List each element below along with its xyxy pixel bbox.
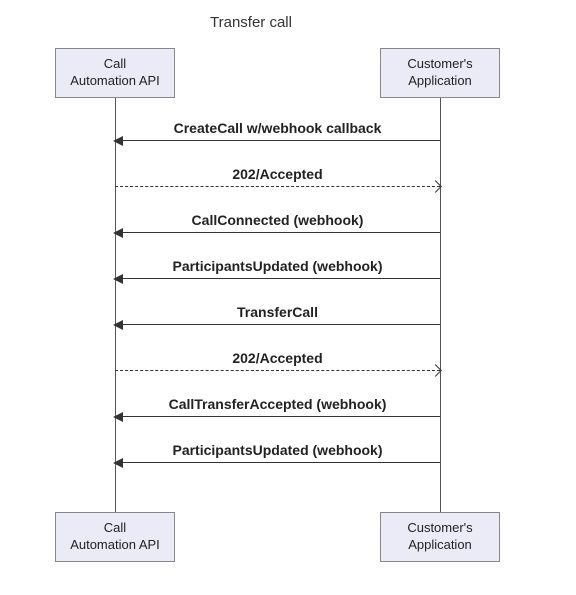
message-label-5: 202/Accepted xyxy=(232,350,322,366)
diagram-title: Transfer call xyxy=(210,14,292,31)
arrowhead-icon xyxy=(113,136,123,146)
arrowhead-icon xyxy=(113,228,123,238)
message-line-0 xyxy=(115,140,440,141)
arrowhead-icon xyxy=(113,412,123,422)
participant-right-top: Customer'sApplication xyxy=(380,48,500,98)
message-label-0: CreateCall w/webhook callback xyxy=(174,120,382,136)
participant-right-top-label: Customer'sApplication xyxy=(407,56,472,90)
message-line-7 xyxy=(115,462,440,463)
message-line-1 xyxy=(115,186,440,187)
participant-left-top: CallAutomation API xyxy=(55,48,175,98)
arrowhead-icon xyxy=(113,274,123,284)
lifeline-right xyxy=(440,98,441,512)
participant-left-bottom-label: CallAutomation API xyxy=(70,520,160,554)
message-label-1: 202/Accepted xyxy=(232,166,322,182)
participant-left-top-label: CallAutomation API xyxy=(70,56,160,90)
message-label-4: TransferCall xyxy=(237,304,318,320)
message-line-2 xyxy=(115,232,440,233)
message-line-4 xyxy=(115,324,440,325)
message-line-5 xyxy=(115,370,440,371)
participant-right-bottom: Customer'sApplication xyxy=(380,512,500,562)
message-label-6: CallTransferAccepted (webhook) xyxy=(169,396,387,412)
participant-right-bottom-label: Customer'sApplication xyxy=(407,520,472,554)
participant-left-bottom: CallAutomation API xyxy=(55,512,175,562)
arrowhead-icon xyxy=(113,458,123,468)
message-label-2: CallConnected (webhook) xyxy=(192,212,364,228)
message-line-6 xyxy=(115,416,440,417)
message-label-7: ParticipantsUpdated (webhook) xyxy=(172,442,382,458)
lifeline-left xyxy=(115,98,116,512)
arrowhead-icon xyxy=(113,320,123,330)
message-label-3: ParticipantsUpdated (webhook) xyxy=(172,258,382,274)
message-line-3 xyxy=(115,278,440,279)
